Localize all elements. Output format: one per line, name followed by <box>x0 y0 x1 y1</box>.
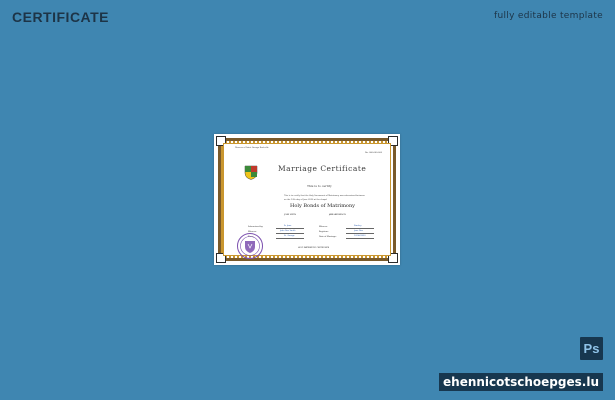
left-field-label: Solemnized by: <box>248 226 264 228</box>
signature-line <box>346 228 374 229</box>
groom-name: JOHN SMITH <box>284 214 297 216</box>
left-field-value: John Doe Smith <box>280 230 296 232</box>
left-field-value: St. George <box>284 235 295 237</box>
right-field-label: Registrar: <box>319 231 329 233</box>
signature-line <box>276 233 304 234</box>
bottom-caption: HOLY MATRIMONY CERTIFICATE <box>298 247 330 249</box>
right-field-label: Witness: <box>319 226 328 228</box>
seal-icon <box>237 233 263 259</box>
certificate-title: Marriage Certificate <box>278 164 367 173</box>
signature-line <box>276 238 304 239</box>
certificate-preview: Diocese of Saint George Rockville No. 00… <box>214 134 400 265</box>
photoshop-icon: Ps <box>580 337 603 360</box>
watermark-text: ehennicotschoepges.lu <box>439 373 603 391</box>
crest-icon <box>244 165 258 180</box>
certify-text: This is to certify <box>307 184 332 188</box>
diocese-text: Diocese of Saint George Rockville <box>235 147 269 149</box>
body-line-1: This is to certify that the Holy Sacrame… <box>284 195 365 197</box>
right-field-value: Jane Doe <box>354 230 363 232</box>
signature-line <box>346 233 374 234</box>
page-title: CERTIFICATE <box>12 9 110 25</box>
certificate-inner: Diocese of Saint George Rockville No. 00… <box>223 143 391 259</box>
certificate-number: No. 000-000-000 <box>365 152 382 154</box>
right-field-value: Stanley <box>354 225 362 227</box>
signature-line <box>346 238 374 239</box>
signature-line <box>276 228 304 229</box>
page-subtitle: fully editable template <box>494 11 603 21</box>
body-line-2: on the 12th day of June 2020 at the chap… <box>284 199 328 201</box>
bride-name: JANE ANDERSON <box>329 214 346 216</box>
right-field-value: 12/06/2020 <box>354 235 366 237</box>
sacrament-name: Holy Bonds of Matrimony <box>290 203 355 209</box>
right-field-label: Date of Marriage: <box>319 236 337 238</box>
left-field-value: Fr. Joan <box>284 225 292 227</box>
